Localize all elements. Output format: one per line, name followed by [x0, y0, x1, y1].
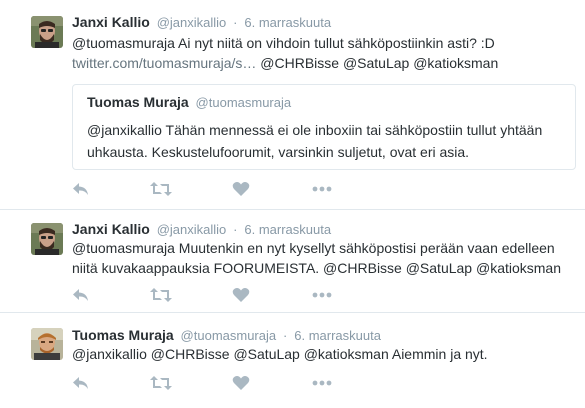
tweet-text-line: @tuomasmuraja Muutenkin en nyt kysellyt …	[72, 240, 555, 256]
username[interactable]: @janxikallio	[157, 222, 227, 237]
tweet-header: Janxi Kallio @janxikallio · 6. marraskuu…	[72, 14, 331, 30]
tweet-text-line: twitter.com/tuomasmuraja/s… @CHRBisse @S…	[72, 53, 572, 73]
quoted-username: @tuomasmuraja	[195, 95, 292, 110]
timestamp[interactable]: 6. marraskuuta	[294, 328, 381, 343]
more-icon[interactable]	[312, 375, 332, 391]
separator: ·	[233, 222, 238, 237]
username[interactable]: @janxikallio	[157, 15, 227, 30]
more-icon[interactable]	[312, 287, 332, 303]
tweet-text-line: @janxikallio @CHRBisse @SatuLap @katioks…	[72, 346, 488, 362]
quoted-text: @janxikallio Tähän mennessä ei ole inbox…	[87, 122, 543, 160]
heart-icon[interactable]	[232, 287, 252, 303]
timestamp[interactable]: 6. marraskuuta	[244, 222, 331, 237]
fullname[interactable]: Janxi Kallio	[72, 14, 150, 30]
quoted-fullname: Tuomas Muraja	[87, 94, 189, 110]
retweet-icon[interactable]	[150, 181, 172, 197]
tweet-text: @tuomasmuraja Muutenkin en nyt kysellyt …	[72, 238, 572, 278]
tweet-link[interactable]: twitter.com/tuomasmuraja/s…	[72, 55, 256, 71]
username[interactable]: @tuomasmuraja	[181, 328, 277, 343]
avatar[interactable]	[31, 223, 63, 255]
tweet[interactable]: Janxi Kallio @janxikallio · 6. marraskuu…	[0, 211, 585, 313]
quoted-tweet[interactable]: Tuomas Muraja @tuomasmuraja @janxikallio…	[72, 84, 576, 170]
tweet-actions	[72, 375, 372, 391]
reply-icon[interactable]	[72, 287, 92, 303]
tweet-actions	[72, 287, 372, 303]
tweet-actions	[72, 181, 372, 197]
tweet-header: Janxi Kallio @janxikallio · 6. marraskuu…	[72, 221, 331, 237]
tweet-text: @tuomasmuraja Ai nyt niitä on vihdoin tu…	[72, 33, 572, 73]
heart-icon[interactable]	[232, 375, 252, 391]
quoted-header: Tuomas Muraja @tuomasmuraja	[87, 94, 291, 110]
tweet-header: Tuomas Muraja @tuomasmuraja · 6. marrask…	[72, 327, 381, 343]
more-icon[interactable]	[312, 181, 332, 197]
reply-icon[interactable]	[72, 181, 92, 197]
fullname[interactable]: Janxi Kallio	[72, 221, 150, 237]
reply-icon[interactable]	[72, 375, 92, 391]
retweet-icon[interactable]	[150, 375, 172, 391]
tweet[interactable]: Janxi Kallio @janxikallio · 6. marraskuu…	[0, 0, 585, 210]
separator: ·	[283, 328, 288, 343]
mentions: @CHRBisse @SatuLap @katioksman	[260, 55, 499, 71]
tweet-text-line: niitä kuvakaappauksia FOORUMEISTA. @CHRB…	[72, 260, 562, 276]
avatar[interactable]	[31, 16, 63, 48]
retweet-icon[interactable]	[150, 287, 172, 303]
heart-icon[interactable]	[232, 181, 252, 197]
tweet[interactable]: Tuomas Muraja @tuomasmuraja · 6. marrask…	[0, 314, 585, 408]
tweet-text: @janxikallio @CHRBisse @SatuLap @katioks…	[72, 344, 572, 364]
tweet-text-line: @tuomasmuraja Ai nyt niitä on vihdoin tu…	[72, 35, 495, 51]
fullname[interactable]: Tuomas Muraja	[72, 327, 174, 343]
separator: ·	[233, 15, 238, 30]
avatar[interactable]	[31, 328, 63, 360]
timestamp[interactable]: 6. marraskuuta	[244, 15, 331, 30]
